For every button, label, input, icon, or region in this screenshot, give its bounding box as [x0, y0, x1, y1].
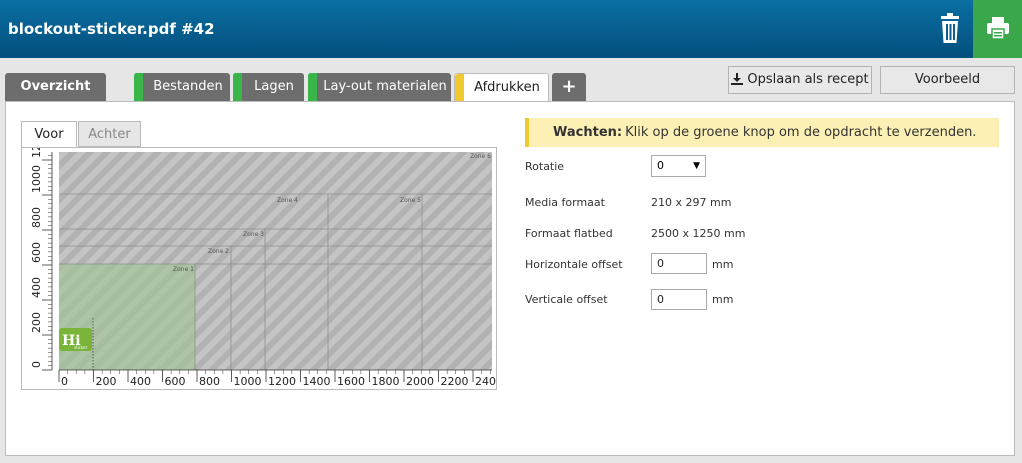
horizontal-offset-unit: mm — [712, 258, 734, 271]
tab-overview[interactable]: Overzicht — [5, 73, 106, 101]
zone-label: Zone 6 — [470, 153, 491, 160]
x-tick-label: 2000 — [406, 375, 434, 388]
print-panel: Voor Achter Zone 1 Zone 2 Zone 3 Zone 4 … — [5, 101, 1015, 456]
header-bar: blockout-sticker.pdf #42 — [0, 0, 1022, 58]
x-tick-label: 600 — [165, 375, 186, 388]
flatbed-preview: Zone 1 Zone 2 Zone 3 Zone 4 Zone 5 Zone … — [21, 130, 497, 390]
y-tick-label: 600 — [30, 242, 43, 263]
x-tick-label: 2200 — [441, 375, 469, 388]
rotation-select[interactable]: 0 ▼ — [651, 155, 706, 177]
zone-label: Zone 2 — [208, 248, 229, 255]
x-tick-label: 1400 — [303, 375, 331, 388]
x-tick-label: 1800 — [372, 375, 400, 388]
flatbed-canvas: Zone 1 Zone 2 Zone 3 Zone 4 Zone 5 Zone … — [22, 130, 496, 389]
zone-label: Zone 4 — [277, 197, 298, 204]
y-tick-label: 400 — [30, 277, 43, 298]
x-tick-label: 0 — [61, 375, 68, 388]
x-tick-label: 200 — [96, 375, 117, 388]
status-bar-complete — [308, 73, 317, 101]
status-bar-active — [455, 74, 464, 103]
status-bar-complete — [233, 73, 242, 101]
add-tab-button[interactable]: + — [552, 73, 586, 101]
printer-icon — [987, 17, 1009, 40]
print-button[interactable] — [973, 0, 1022, 58]
preview-button[interactable]: Voorbeeld — [880, 66, 1015, 94]
horizontal-offset-input[interactable] — [651, 253, 707, 274]
media-format-label: Media formaat — [525, 196, 605, 209]
flatbed-format-label: Formaat flatbed — [525, 227, 613, 240]
x-tick-label: 800 — [199, 375, 220, 388]
zone-label: Zone 1 — [173, 266, 194, 273]
y-tick-label: 1200 — [30, 148, 43, 158]
horizontal-offset-label: Horizontale offset — [525, 258, 623, 271]
y-tick-label: 0 — [30, 361, 43, 368]
job-title: blockout-sticker.pdf #42 — [8, 20, 215, 38]
zone-label: Zone 5 — [400, 197, 421, 204]
plus-icon: + — [561, 76, 577, 97]
y-tick-label: 800 — [30, 207, 43, 228]
waiting-notice: Wachten: Klik op de groene knop om de opd… — [525, 118, 999, 147]
save-recipe-button[interactable]: Opslaan als recept — [728, 66, 872, 94]
tab-front[interactable]: Voor — [21, 121, 77, 148]
chevron-down-icon: ▼ — [693, 161, 700, 171]
x-tick-label: 240 — [475, 375, 496, 388]
y-tick-label: 200 — [30, 312, 43, 333]
zone-label: Zone 3 — [243, 231, 264, 238]
rotation-label: Rotatie — [525, 160, 565, 173]
vertical-offset-input[interactable] — [651, 289, 707, 310]
tab-files[interactable]: Bestanden — [134, 73, 230, 101]
y-tick-label: 1000 — [30, 165, 43, 193]
vertical-offset-unit: mm — [712, 293, 734, 306]
tab-print[interactable]: Afdrukken — [454, 73, 549, 103]
notice-text: Klik op de groene knop om de opdracht te… — [625, 125, 977, 140]
x-tick-label: 1200 — [268, 375, 296, 388]
media-format-value: 210 x 297 mm — [651, 196, 732, 209]
tab-back[interactable]: Achter — [78, 121, 141, 147]
sticker-subtext: sticker — [74, 345, 88, 350]
tab-layers[interactable]: Lagen — [233, 73, 304, 101]
trash-icon[interactable] — [933, 12, 967, 46]
vertical-offset-label: Verticale offset — [525, 293, 608, 306]
notice-title: Wachten: — [553, 125, 623, 140]
flatbed-format-value: 2500 x 1250 mm — [651, 227, 746, 240]
x-tick-label: 1000 — [234, 375, 262, 388]
download-icon — [731, 73, 744, 85]
tab-layout-materials[interactable]: Lay-out materialen — [308, 73, 451, 101]
x-tick-label: 1600 — [337, 375, 365, 388]
x-tick-label: 400 — [130, 375, 151, 388]
media-area — [59, 264, 195, 370]
app-window: blockout-sticker.pdf #42 Overzicht Besta… — [0, 0, 1022, 463]
status-bar-complete — [134, 73, 143, 101]
